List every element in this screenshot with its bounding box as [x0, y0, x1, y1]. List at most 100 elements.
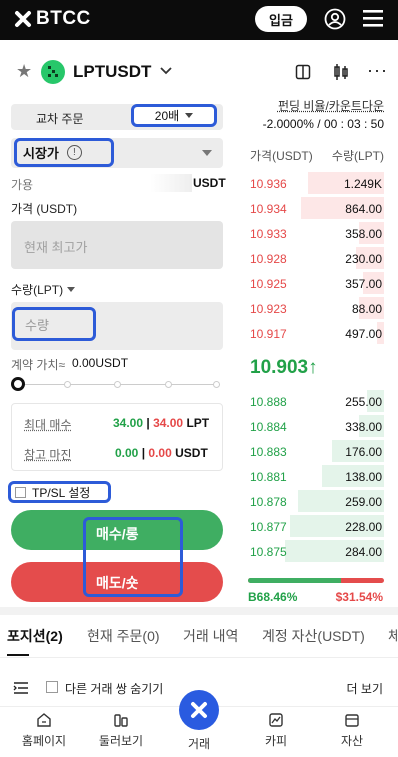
last-price[interactable]: 10.903↑: [250, 357, 318, 379]
explore-icon: [114, 714, 128, 727]
brand-name: BTCC: [36, 8, 91, 29]
leverage-button[interactable]: 20배: [131, 104, 217, 127]
orderbook-row[interactable]: 10.888 255.00: [246, 390, 386, 412]
orderbook-price-header: 가격(USDT): [250, 149, 313, 163]
slider-stop[interactable]: [165, 381, 172, 388]
nav-home[interactable]: 홈페이지: [14, 712, 74, 749]
max-buy-unit: LPT: [186, 416, 210, 430]
caret-down-icon: [67, 286, 76, 292]
orderbook-row[interactable]: 10.925 357.00: [246, 272, 386, 294]
orderbook-qty: 284.00: [345, 545, 382, 559]
orderbook-qty: 138.00: [345, 470, 382, 484]
orderbook-qty: 1.249K: [343, 177, 382, 191]
nav-copy[interactable]: 카피: [246, 712, 306, 749]
menu-icon[interactable]: [362, 8, 384, 28]
orderbook-row[interactable]: 10.936 1.249K: [246, 172, 386, 194]
tab-open-orders[interactable]: 현재 주문(0): [87, 626, 160, 646]
nav-home-label: 홈페이지: [21, 734, 67, 748]
favorite-star-icon[interactable]: ★: [16, 61, 32, 82]
filter-list-icon[interactable]: [13, 681, 29, 695]
leverage-slider-handle[interactable]: [11, 377, 25, 391]
orderbook-row[interactable]: 10.923 88.00: [246, 297, 386, 319]
available-redacted: [150, 174, 192, 192]
orderbook-qty: 255.00: [345, 395, 382, 409]
ref-margin-short: 0.00: [148, 446, 172, 460]
orderbook-qty-header: 수량(LPT): [331, 149, 384, 163]
tab-positions[interactable]: 포지션(2): [7, 626, 63, 646]
lpt-coin-icon: [41, 60, 65, 84]
orderbook-qty: 176.00: [345, 445, 382, 459]
brand-logo[interactable]: BTCC: [14, 8, 91, 30]
orderbook-price: 10.881: [250, 470, 287, 484]
nav-explore[interactable]: 둘러보기: [91, 712, 151, 749]
available-label: 가용: [11, 178, 34, 192]
order-type-value-box[interactable]: 시장가 !: [14, 138, 114, 167]
orderbook-row[interactable]: 10.878 259.00: [246, 490, 386, 512]
orderbook-row[interactable]: 10.934 864.00: [246, 197, 386, 219]
orderbook-price: 10.877: [250, 520, 287, 534]
tpsl-checkbox[interactable]: [15, 486, 26, 498]
more-options-icon[interactable]: ···: [367, 60, 388, 81]
qty-unit-select[interactable]: 수량(LPT): [11, 281, 76, 298]
btcc-x-icon: [15, 11, 31, 27]
tab-trade-history[interactable]: 거래 내역: [183, 626, 238, 646]
caret-down-icon: [185, 112, 194, 118]
sell-ratio: $31.54%: [335, 590, 383, 604]
hide-pairs-checkbox[interactable]: [46, 681, 58, 693]
orderbook-price: 10.923: [250, 302, 287, 316]
nav-explore-label: 둘러보기: [98, 734, 144, 748]
tab-account-assets[interactable]: 계정 자산(USDT): [262, 626, 365, 646]
deposit-button[interactable]: 입금: [255, 6, 307, 32]
orderbook-price: 10.875: [250, 545, 287, 559]
orderbook-row[interactable]: 10.881 138.00: [246, 465, 386, 487]
orderbook-row[interactable]: 10.884 338.00: [246, 415, 386, 437]
separator: |: [141, 446, 146, 460]
nav-assets[interactable]: 자산: [322, 712, 382, 749]
slider-stop[interactable]: [114, 381, 121, 388]
user-icon[interactable]: [324, 8, 346, 30]
max-buy-label[interactable]: 최대 매수: [24, 416, 72, 433]
ref-margin-long: 0.00: [115, 446, 139, 460]
orderbook-qty: 338.00: [345, 420, 382, 434]
hide-pairs-label: 다른 거래 쌍 숨기기: [65, 682, 164, 696]
slider-stop[interactable]: [213, 381, 220, 388]
funding-rate-label[interactable]: 펀딩 비율/카운트다운: [278, 97, 384, 114]
funding-rate-value: -2.0000% / 00 : 03 : 50: [262, 117, 384, 131]
chart-toggle-icon[interactable]: [295, 64, 311, 80]
nav-trade-label[interactable]: 거래: [169, 735, 229, 752]
tpsl-toggle[interactable]: TP/SL 설정: [8, 481, 111, 503]
orderbook-qty: 497.00: [345, 327, 382, 341]
orderbook-qty: 88.00: [351, 302, 382, 316]
orderbook-row[interactable]: 10.928 230.00: [246, 247, 386, 269]
tab-active-indicator: [7, 654, 29, 656]
info-icon[interactable]: !: [66, 145, 82, 160]
orderbook-price: 10.933: [250, 227, 287, 241]
up-arrow-icon: ↑: [308, 357, 318, 378]
orderbook-row[interactable]: 10.875 284.00: [246, 540, 386, 562]
candlestick-icon[interactable]: [333, 63, 349, 81]
price-label: 가격 (USDT): [11, 202, 78, 216]
margin-mode-button[interactable]: 교차 주문: [36, 110, 84, 127]
slider-stop[interactable]: [64, 381, 71, 388]
nav-trade-button[interactable]: [179, 690, 219, 730]
orderbook-row[interactable]: 10.877 228.00: [246, 515, 386, 537]
ref-margin-unit: USDT: [175, 446, 208, 460]
separator: |: [146, 416, 150, 430]
caret-down-icon[interactable]: [202, 150, 212, 156]
orderbook-row[interactable]: 10.917 497.00: [246, 322, 386, 344]
max-buy-long: 34.00: [113, 416, 144, 430]
orderbook-price: 10.936: [250, 177, 287, 191]
orderbook-row[interactable]: 10.883 176.00: [246, 440, 386, 462]
tpsl-label: TP/SL 설정: [32, 485, 91, 500]
symbol-name[interactable]: LPTUSDT: [73, 62, 151, 82]
view-more-link[interactable]: 더 보기: [347, 680, 383, 697]
ref-margin-label[interactable]: 참고 마진: [24, 446, 72, 463]
orderbook-row[interactable]: 10.933 358.00: [246, 222, 386, 244]
ratio-bar: [248, 578, 384, 583]
qty-placeholder-box[interactable]: 수량: [12, 307, 96, 341]
nav-copy-label: 카피: [264, 734, 288, 748]
orderbook-qty: 864.00: [345, 202, 382, 216]
max-buy-short: 34.00: [153, 416, 184, 430]
tab-more[interactable]: 체: [388, 626, 398, 646]
chevron-down-icon[interactable]: [159, 66, 173, 76]
